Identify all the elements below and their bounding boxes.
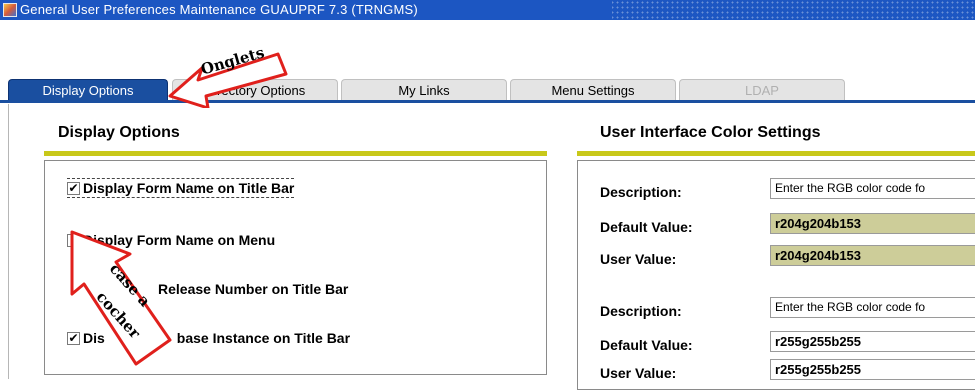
user-value-label-1: User Value: [600, 251, 677, 267]
option-release-number-title-bar[interactable]: Release Number on Title Bar [158, 281, 348, 297]
tab-display-options[interactable]: Display Options [8, 79, 168, 101]
tab-menu-settings[interactable]: Menu Settings [510, 79, 676, 101]
default-value-field-1: r204g204b153 [770, 213, 975, 234]
display-options-rule [44, 151, 547, 156]
tab-underline [0, 100, 975, 103]
description-field-2[interactable]: Enter the RGB color code fo [770, 297, 975, 318]
default-value-field-2: r255g255b255 [770, 331, 975, 352]
window-title: General User Preferences Maintenance GUA… [20, 2, 418, 17]
default-value-label-2: Default Value: [600, 337, 693, 353]
display-options-heading: Display Options [58, 124, 180, 141]
title-bar: General User Preferences Maintenance GUA… [0, 0, 975, 20]
description-label-2: Description: [600, 303, 682, 319]
description-label-1: Description: [600, 184, 682, 200]
app-icon [3, 3, 17, 17]
color-settings-rule [577, 151, 975, 156]
tab-strip: Display Options Directory Options My Lin… [0, 20, 975, 102]
user-value-field-2[interactable]: r255g255b255 [770, 359, 975, 380]
description-field-1[interactable]: Enter the RGB color code fo [770, 178, 975, 199]
tab-ldap: LDAP [679, 79, 845, 101]
user-value-field-1[interactable]: r204g204b153 [770, 245, 975, 266]
checkbox-form-name-title-bar[interactable]: ✔ [67, 181, 80, 195]
tab-my-links[interactable]: My Links [341, 79, 507, 101]
option-form-name-title-bar[interactable]: ✔ Display Form Name on Title Bar [67, 178, 295, 198]
default-value-label-1: Default Value: [600, 219, 693, 235]
color-settings-heading: User Interface Color Settings [600, 124, 821, 141]
